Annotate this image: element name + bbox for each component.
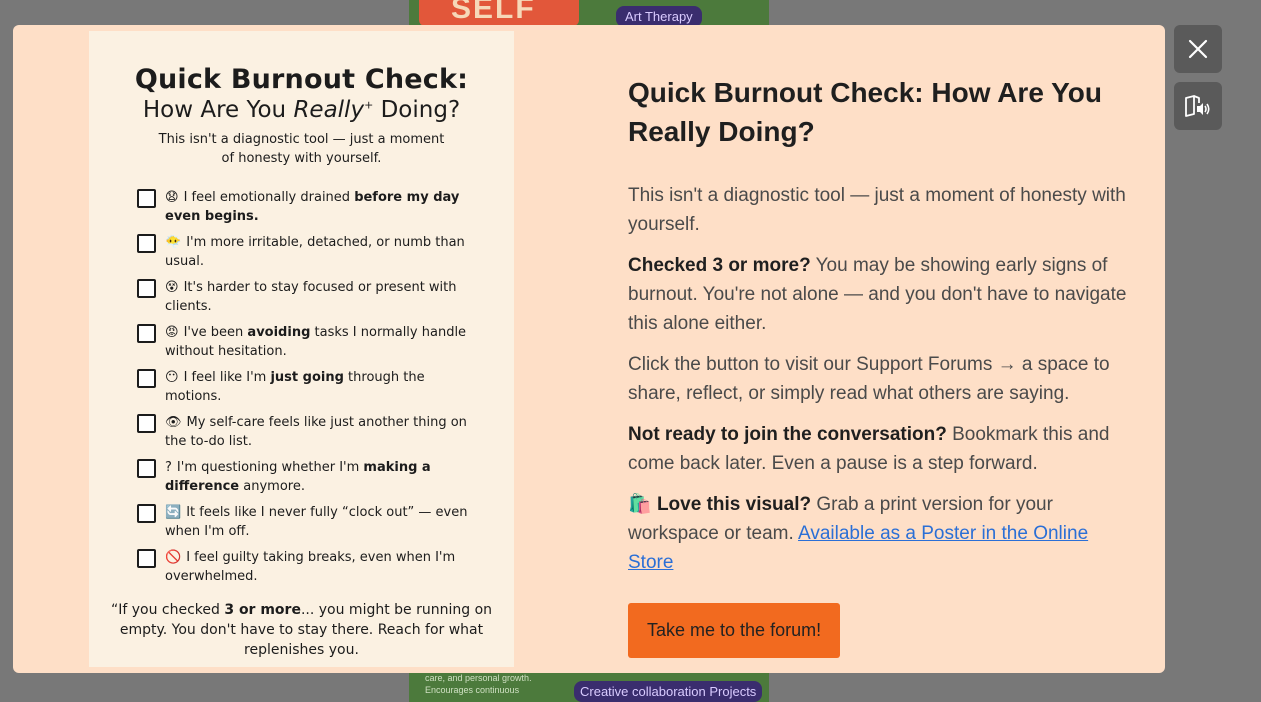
item-text: I'm questioning whether I'm [176, 460, 364, 475]
poster-checklist-text: 😶 I feel like I'm just going through the … [165, 368, 477, 406]
background-footer-text: care, and personal growth. Encourages co… [425, 672, 532, 696]
poster-checklist-text: 😶‍🌫️ I'm more irritable, detached, or num… [165, 233, 477, 271]
background-tag-art-therapy: Art Therapy [616, 6, 702, 27]
item-bold-text: just going [270, 370, 344, 385]
item-text: My self-care feels like just another thi… [165, 415, 467, 449]
checkbox-icon [137, 549, 156, 568]
poster-checklist-item: 😵 It's harder to stay focused or present … [137, 278, 477, 316]
item-emoji-icon: 🚫 [165, 550, 182, 565]
modal-content: Quick Burnout Check: How Are You Really … [628, 73, 1133, 658]
poster-subtitle-emphasis: Really [293, 97, 365, 123]
read-aloud-icon [1185, 95, 1210, 117]
poster-checklist-text: 🚫 I feel guilty taking breaks, even when … [165, 548, 477, 586]
background-footer-line: care, and personal growth. [425, 673, 532, 683]
background-tag-collaboration: Creative collaboration Projects [574, 681, 763, 702]
item-emoji-icon: 😧 [165, 190, 179, 205]
poster-checklist-item: 😡 I've been avoiding tasks I normally han… [137, 323, 477, 361]
poster-checklist-item: 🚫 I feel guilty taking breaks, even when … [137, 548, 477, 586]
poster-quote-open: “If you checked [110, 602, 225, 618]
poster-subtitle-sup: + [364, 98, 374, 112]
shopping-bags-icon: 🛍️ [628, 494, 652, 515]
burnout-poster-image: Quick Burnout Check: How Are You Really+… [89, 31, 514, 667]
poster-subtitle-start: How Are You [142, 97, 294, 123]
item-text: I feel emotionally drained [183, 190, 355, 205]
item-emoji-icon: 👁 [165, 415, 182, 430]
item-emoji-icon: 😶‍🌫️ [165, 235, 182, 250]
content-not-ready-bold: Not ready to join the conversation? [628, 424, 947, 445]
item-emoji-icon: 😶 [165, 370, 179, 385]
poster-checklist-text: 😵 It's harder to stay focused or present … [165, 278, 477, 316]
checkbox-icon [137, 324, 156, 343]
checkbox-icon [137, 369, 156, 388]
poster-checklist-item: 😶 I feel like I'm just going through the … [137, 368, 477, 406]
poster-checklist-text: ? I'm questioning whether I'm making a di… [165, 458, 477, 496]
item-emoji-icon: ? [165, 460, 172, 475]
item-text: It feels like I never fully “clock out” … [165, 505, 468, 539]
item-text: I'm more irritable, detached, or numb th… [165, 235, 465, 269]
poster-checklist-text: 🔄 It feels like I never fully “clock out”… [165, 503, 477, 541]
item-text-end: anymore. [239, 479, 305, 494]
background-footer-line: Encourages continuous [425, 685, 520, 695]
checkbox-icon [137, 234, 156, 253]
read-aloud-button[interactable] [1174, 82, 1222, 130]
content-checked-bold: Checked 3 or more? [628, 255, 811, 276]
checkbox-icon [137, 504, 156, 523]
content-love-visual-bold: Love this visual? [651, 494, 812, 515]
poster-quote-bold: 3 or more [224, 602, 301, 618]
poster-subtitle-end: Doing? [373, 97, 461, 123]
content-poster-paragraph: 🛍️ Love this visual? Grab a print versio… [628, 490, 1133, 577]
poster-checklist: 😧 I feel emotionally drained before my da… [137, 188, 477, 586]
poster-title: Quick Burnout Check: [134, 64, 469, 95]
close-button[interactable] [1174, 25, 1222, 73]
poster-checklist-text: 😧 I feel emotionally drained before my da… [165, 188, 477, 226]
content-heading: Quick Burnout Check: How Are You Really … [628, 77, 1102, 147]
item-text: It's harder to stay focused or present w… [165, 280, 457, 314]
checkbox-icon [137, 414, 156, 433]
poster-quote: “If you checked 3 or more... you might b… [89, 600, 514, 660]
content-not-ready-paragraph: Not ready to join the conversation? Book… [628, 420, 1133, 478]
forum-button[interactable]: Take me to the forum! [628, 603, 841, 658]
item-text: I feel like I'm [183, 370, 271, 385]
poster-intro: This isn't a diagnostic tool — just a mo… [158, 132, 445, 166]
content-intro: This isn't a diagnostic tool — just a mo… [628, 185, 1126, 235]
poster-checklist-item: ? I'm questioning whether I'm making a di… [137, 458, 477, 496]
item-bold-text: avoiding [247, 325, 311, 340]
close-icon [1188, 39, 1208, 59]
poster-checklist-text: 👁 My self-care feels like just another th… [165, 413, 477, 451]
poster-checklist-item: 🔄 It feels like I never fully “clock out”… [137, 503, 477, 541]
poster-checklist-item: 👁 My self-care feels like just another th… [137, 413, 477, 451]
poster-checklist-item: 😶‍🌫️ I'm more irritable, detached, or num… [137, 233, 477, 271]
poster-subtitle: How Are You Really+ Doing? [89, 97, 514, 123]
item-emoji-icon: 😵 [165, 280, 179, 295]
background-art-word: SELF [451, 0, 536, 25]
item-text: I feel guilty taking breaks, even when I… [165, 550, 456, 584]
item-emoji-icon: 🔄 [165, 505, 182, 520]
content-checked-paragraph: Checked 3 or more? You may be showing ea… [628, 251, 1133, 338]
item-emoji-icon: 😡 [165, 325, 179, 340]
poster-checklist-text: 😡 I've been avoiding tasks I normally han… [165, 323, 477, 361]
checkbox-icon [137, 189, 156, 208]
checkbox-icon [137, 459, 156, 478]
lightbox-modal: Quick Burnout Check: How Are You Really+… [13, 25, 1165, 673]
checkbox-icon [137, 279, 156, 298]
content-forum-paragraph: Click the button to visit our Support Fo… [628, 354, 1110, 404]
item-text: I've been [183, 325, 248, 340]
poster-checklist-item: 😧 I feel emotionally drained before my da… [137, 188, 477, 226]
